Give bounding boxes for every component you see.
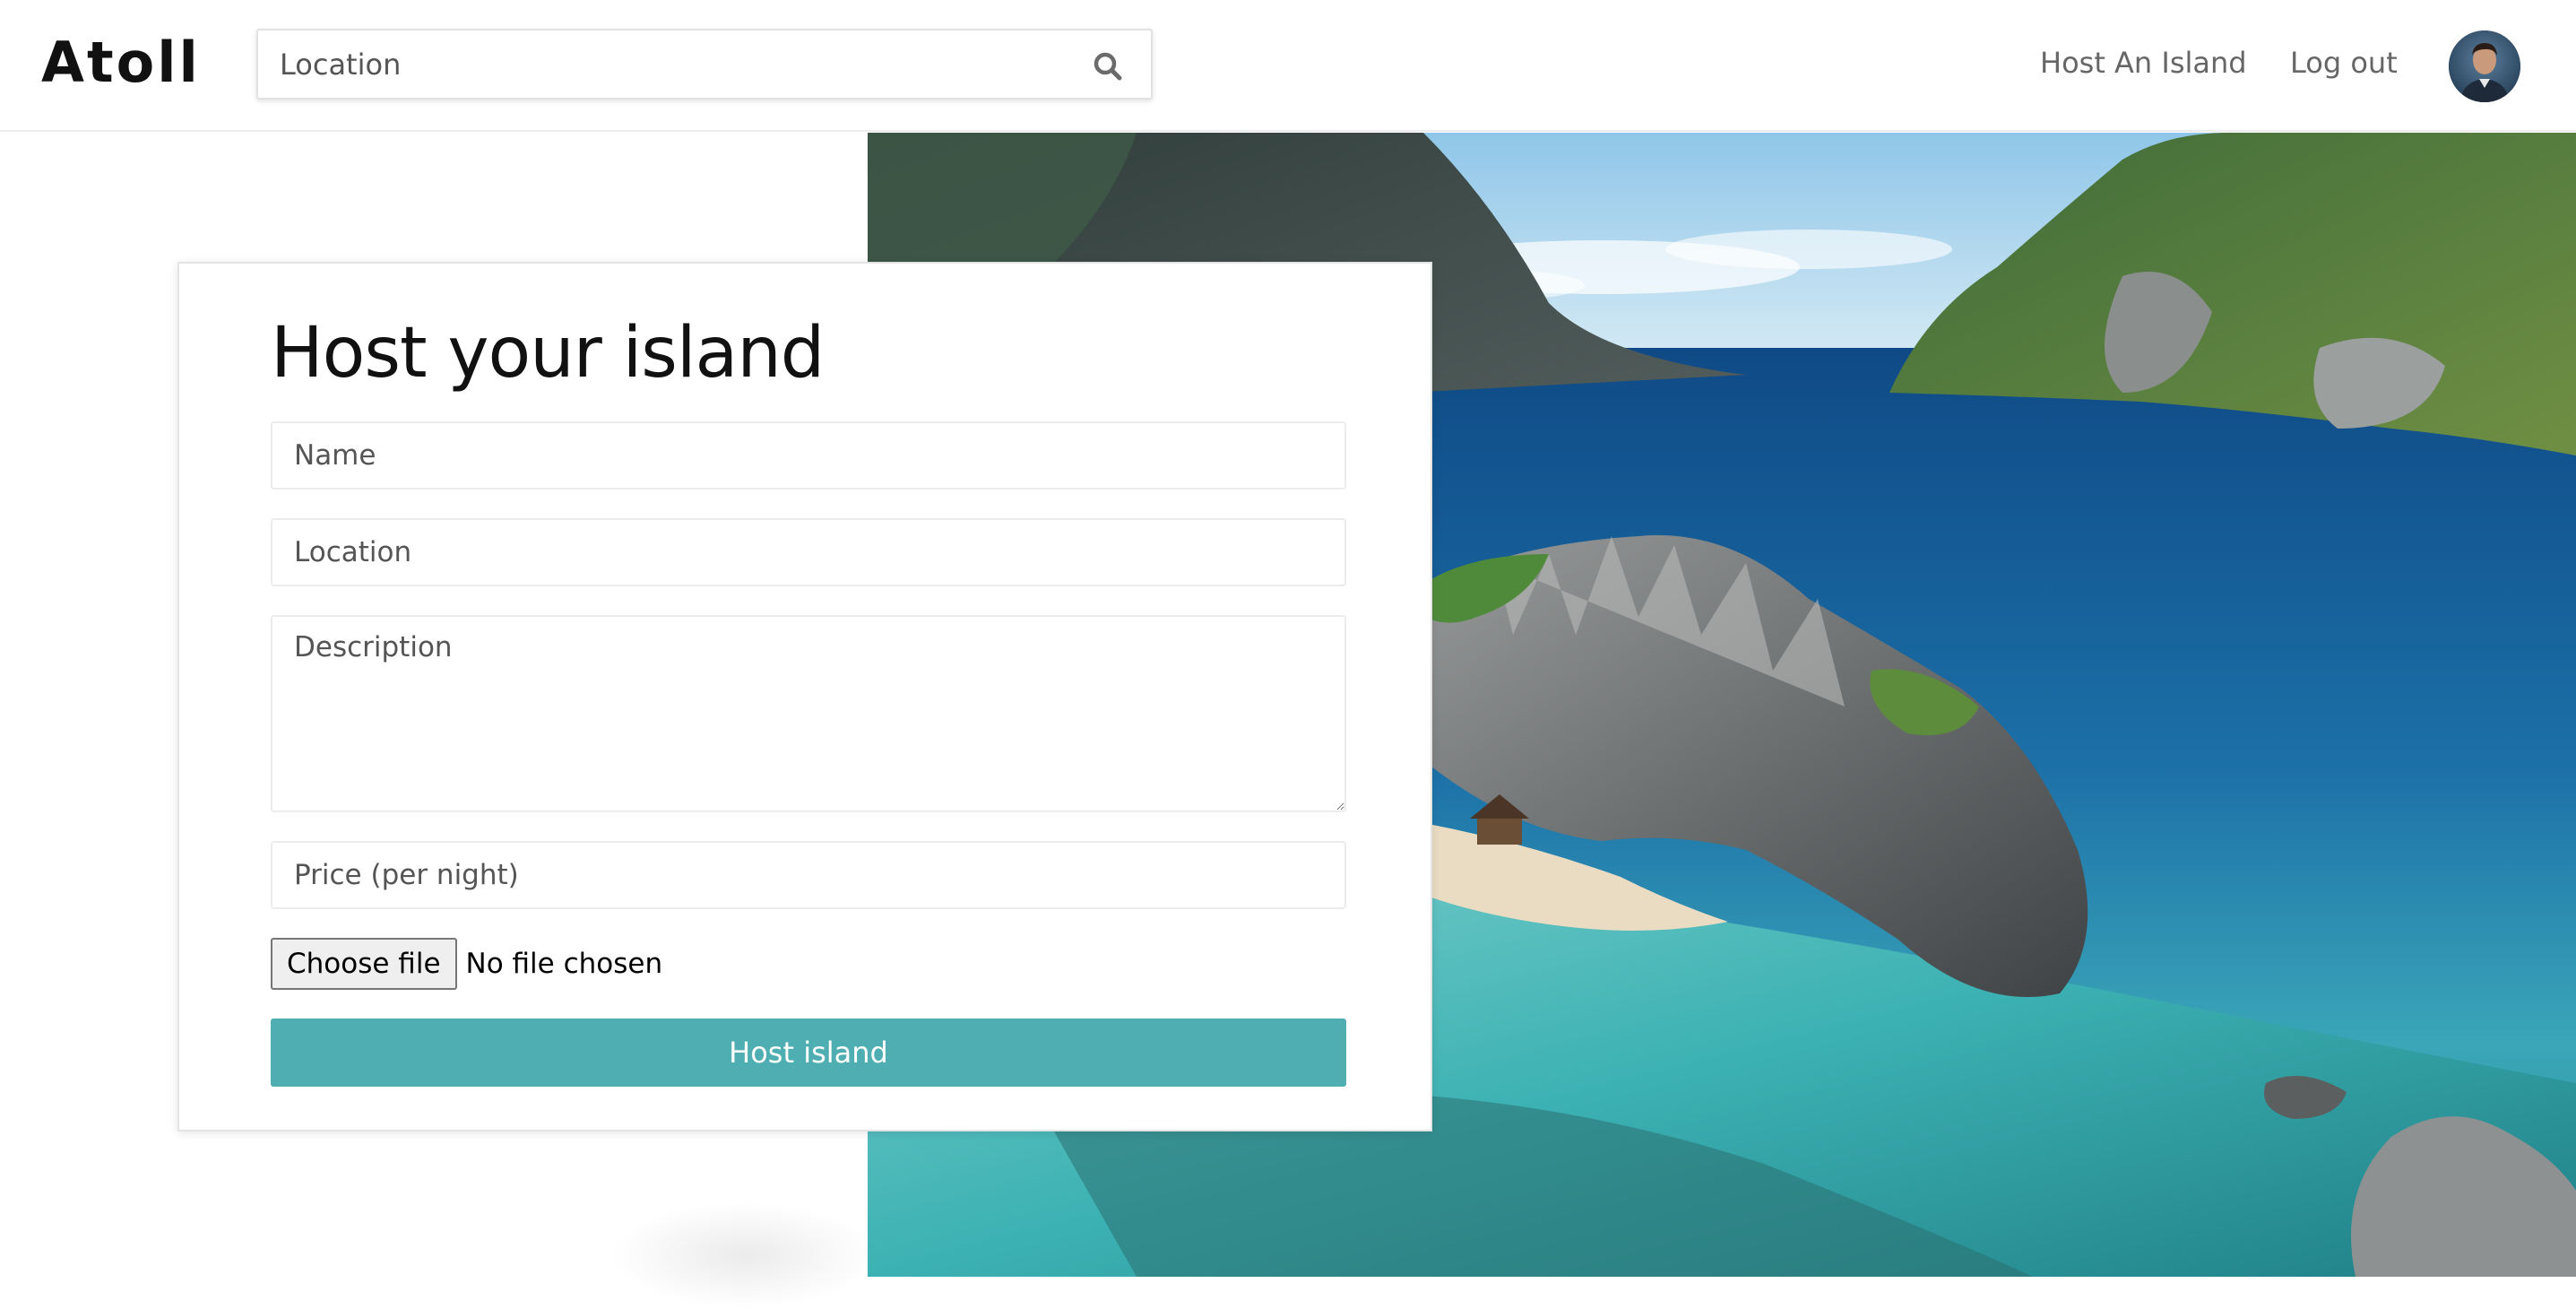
file-upload-row: Choose file No file chosen <box>271 938 662 990</box>
page-title: Host your island <box>271 313 825 394</box>
search-input[interactable] <box>280 30 1068 98</box>
search-box[interactable] <box>256 29 1153 100</box>
description-field[interactable] <box>271 615 1346 812</box>
choose-file-button[interactable]: Choose file <box>271 938 457 990</box>
file-status-text: No file chosen <box>465 948 663 980</box>
top-navbar: Atoll Host An Island Log out <box>0 0 2576 132</box>
name-field[interactable] <box>271 421 1346 490</box>
price-field[interactable] <box>271 841 1346 909</box>
brand-logo[interactable]: Atoll <box>41 30 201 95</box>
log-out-link[interactable]: Log out <box>2290 43 2398 82</box>
location-field[interactable] <box>271 518 1346 586</box>
search-icon[interactable] <box>1090 48 1126 84</box>
host-island-form-card: Host your island Choose file No file cho… <box>177 262 1432 1131</box>
host-island-submit-button[interactable]: Host island <box>271 1019 1346 1087</box>
user-avatar-icon <box>2449 30 2520 102</box>
decorative-shadow <box>609 1201 878 1309</box>
host-an-island-link[interactable]: Host An Island <box>2040 43 2247 82</box>
avatar[interactable] <box>2449 30 2520 102</box>
